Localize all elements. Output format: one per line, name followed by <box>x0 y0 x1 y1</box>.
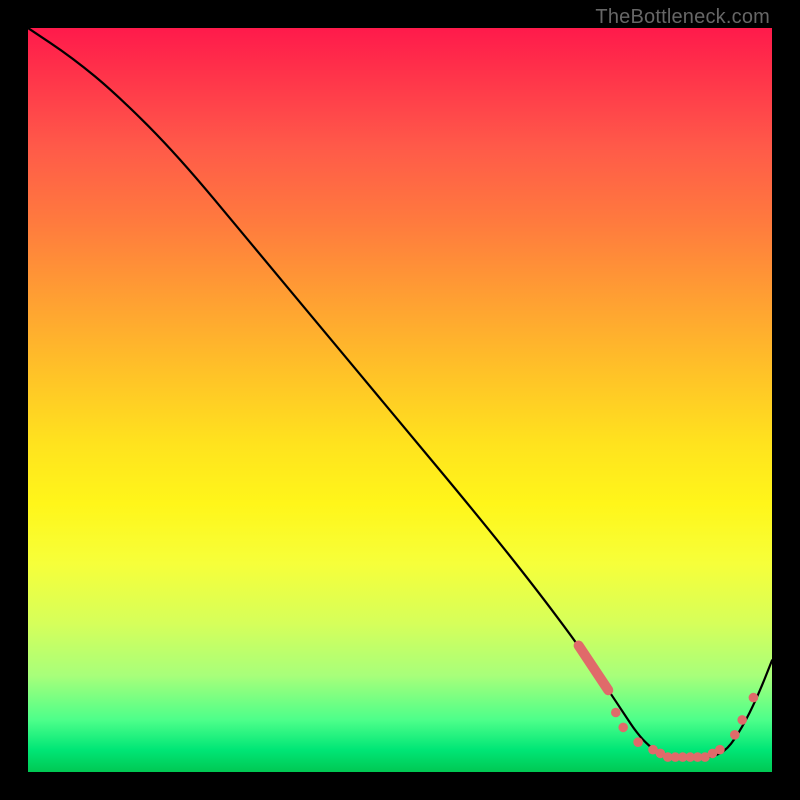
curve-marker <box>715 745 725 755</box>
curve-marker <box>737 715 747 725</box>
curve-marker <box>618 723 628 733</box>
highlight-segment <box>579 646 609 691</box>
curve-marker <box>749 693 759 703</box>
attribution-text: TheBottleneck.com <box>595 6 770 29</box>
plot-area <box>28 28 772 772</box>
chart-svg <box>28 28 772 772</box>
curve-marker <box>730 730 740 740</box>
curve-marker <box>611 708 621 718</box>
chart-frame: TheBottleneck.com <box>0 0 800 800</box>
curve-marker <box>633 737 643 747</box>
curve-line <box>28 28 772 757</box>
